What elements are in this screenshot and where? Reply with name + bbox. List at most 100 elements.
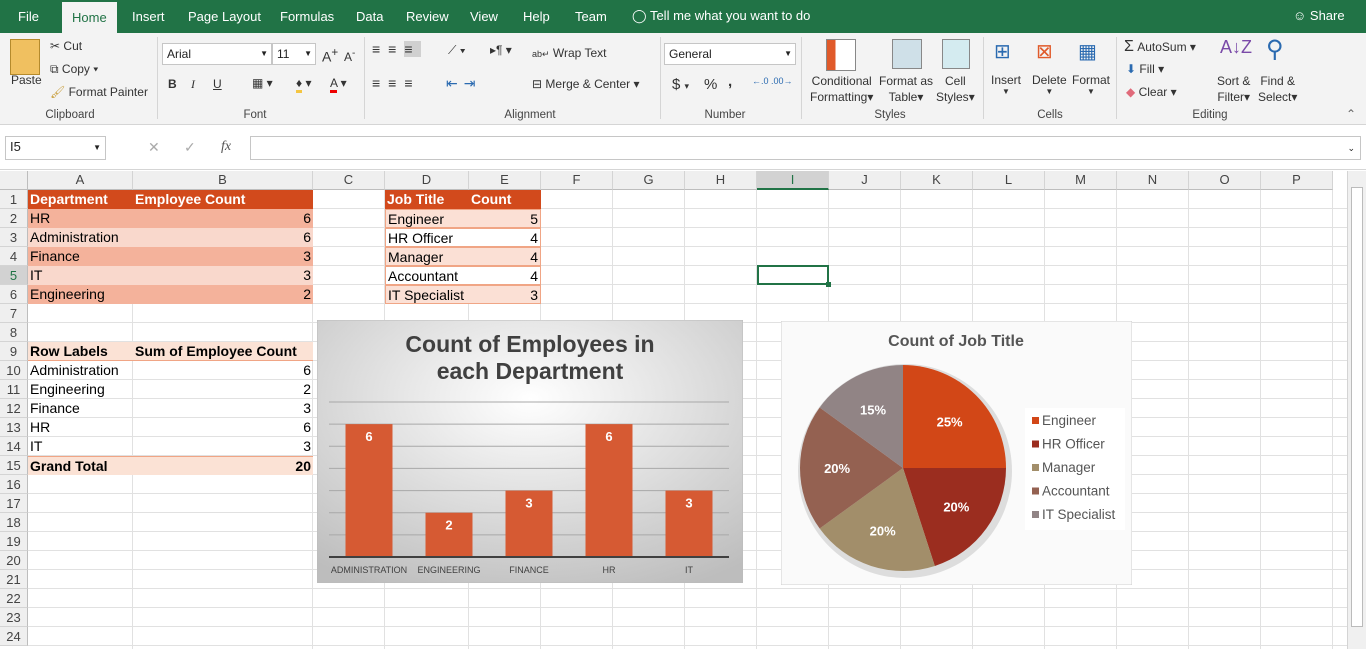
department-cell[interactable]: HR	[28, 209, 133, 228]
column-header-a[interactable]: A	[28, 171, 133, 190]
row-header-21[interactable]: 21	[0, 570, 28, 589]
pivot-row-label[interactable]: Administration	[28, 361, 133, 380]
table-header-cell[interactable]: Employee Count	[133, 190, 313, 209]
employee-count-cell[interactable]: 6	[133, 228, 313, 247]
row-header-8[interactable]: 8	[0, 323, 28, 342]
increase-font-icon[interactable]: A+	[322, 46, 338, 65]
grand-total-label[interactable]: Grand Total	[28, 456, 133, 475]
pivot-row-value[interactable]: 3	[133, 437, 313, 456]
find-select-button[interactable]: Find & Select▾	[1258, 73, 1297, 105]
job-title-cell[interactable]: Manager	[385, 247, 469, 266]
tab-formulas[interactable]: Formulas	[270, 0, 344, 33]
column-header-i[interactable]: I	[757, 171, 829, 190]
wrap-text-button[interactable]: ab↵ Wrap Text	[532, 46, 606, 60]
bold-button[interactable]: B	[168, 77, 177, 91]
tab-help[interactable]: Help	[513, 0, 560, 33]
enter-icon[interactable]: ✓	[184, 139, 196, 156]
row-header-1[interactable]: 1	[0, 190, 28, 209]
conditional-formatting-button[interactable]: Conditional Formatting▾	[810, 73, 873, 105]
pivot-row-value[interactable]: 6	[133, 361, 313, 380]
cut-button[interactable]: ✂ Cut	[50, 39, 82, 53]
column-header-p[interactable]: P	[1261, 171, 1333, 190]
column-header-o[interactable]: O	[1189, 171, 1261, 190]
select-all-button[interactable]	[0, 171, 28, 190]
text-direction-button[interactable]: ▸¶ ▾	[490, 43, 512, 57]
column-header-f[interactable]: F	[541, 171, 613, 190]
pivot-row-label[interactable]: IT	[28, 437, 133, 456]
share-button[interactable]: ☺ Share	[1293, 8, 1345, 23]
column-header-l[interactable]: L	[973, 171, 1045, 190]
row-header-10[interactable]: 10	[0, 361, 28, 380]
collapse-ribbon-icon[interactable]: ⌃	[1346, 107, 1356, 121]
scroll-thumb[interactable]	[1351, 187, 1363, 627]
row-header-3[interactable]: 3	[0, 228, 28, 247]
vertical-scrollbar[interactable]	[1347, 171, 1366, 649]
pie-chart[interactable]: Count of Job Title 25% 20% 20% 20% 15% Enginee…	[781, 321, 1132, 585]
font-name-select[interactable]: Arial ▼	[162, 43, 272, 65]
sort-filter-button[interactable]: Sort & Filter▾	[1217, 73, 1250, 105]
format-painter-button[interactable]: 🖌 Format Painter	[50, 85, 148, 99]
underline-button[interactable]: U	[213, 77, 222, 91]
clear-button[interactable]: ◆ Clear ▾	[1126, 85, 1177, 99]
pivot-header-cell[interactable]: Sum of Employee Count	[133, 342, 313, 361]
job-title-cell[interactable]: Engineer	[385, 209, 469, 228]
font-size-select[interactable]: 11 ▼	[272, 43, 316, 65]
pivot-row-label[interactable]: HR	[28, 418, 133, 437]
tab-file[interactable]: File	[8, 0, 49, 33]
department-cell[interactable]: Finance	[28, 247, 133, 266]
pivot-row-value[interactable]: 2	[133, 380, 313, 399]
copy-button[interactable]: ⧉ Copy ▾	[50, 62, 98, 77]
decrease-font-icon[interactable]: A-	[344, 48, 355, 64]
column-header-d[interactable]: D	[385, 171, 469, 190]
indent-buttons[interactable]: ⇤⇥	[446, 75, 481, 92]
row-header-19[interactable]: 19	[0, 532, 28, 551]
tab-page-layout[interactable]: Page Layout	[178, 0, 271, 33]
pivot-header-cell[interactable]: Row Labels	[28, 342, 133, 361]
job-count-cell[interactable]: 5	[469, 209, 541, 228]
row-header-2[interactable]: 2	[0, 209, 28, 228]
tell-me-search[interactable]: ◯ Tell me what you want to do	[632, 8, 810, 24]
tab-data[interactable]: Data	[346, 0, 393, 33]
cell-styles-button[interactable]: Cell Styles▾	[936, 73, 975, 105]
format-as-table-button[interactable]: Format as Table▾	[879, 73, 933, 105]
column-header-k[interactable]: K	[901, 171, 973, 190]
row-header-18[interactable]: 18	[0, 513, 28, 532]
currency-button[interactable]: $ ▾	[672, 76, 689, 93]
pivot-row-value[interactable]: 6	[133, 418, 313, 437]
paste-button[interactable]: Paste	[11, 73, 42, 87]
decimal-buttons[interactable]: ←.0 .00→	[752, 76, 793, 86]
row-header-7[interactable]: 7	[0, 304, 28, 323]
merge-center-button[interactable]: ⊟ Merge & Center ▾	[532, 77, 639, 91]
table-header-cell[interactable]: Count	[469, 190, 541, 209]
department-cell[interactable]: Engineering	[28, 285, 133, 304]
horizontal-align-buttons[interactable]: ≡≡≡	[372, 75, 421, 91]
number-format-select[interactable]: General ▼	[664, 43, 796, 65]
row-header-20[interactable]: 20	[0, 551, 28, 570]
fill-color-button[interactable]: ♦ ▾	[296, 76, 311, 93]
job-title-cell[interactable]: HR Officer	[385, 228, 469, 247]
tab-team[interactable]: Team	[565, 0, 617, 33]
job-count-cell[interactable]: 4	[469, 247, 541, 266]
row-header-14[interactable]: 14	[0, 437, 28, 456]
percent-button[interactable]: %	[704, 76, 717, 93]
row-header-24[interactable]: 24	[0, 627, 28, 646]
tab-review[interactable]: Review	[396, 0, 459, 33]
row-header-9[interactable]: 9	[0, 342, 28, 361]
tab-view[interactable]: View	[460, 0, 508, 33]
grand-total-value[interactable]: 20	[133, 456, 313, 475]
pivot-row-label[interactable]: Finance	[28, 399, 133, 418]
job-count-cell[interactable]: 4	[469, 266, 541, 285]
delete-button[interactable]: Delete ▼	[1032, 73, 1067, 96]
tab-home[interactable]: Home	[62, 2, 117, 33]
row-header-16[interactable]: 16	[0, 475, 28, 494]
column-header-e[interactable]: E	[469, 171, 541, 190]
column-header-c[interactable]: C	[313, 171, 385, 190]
font-color-button[interactable]: A ▾	[330, 76, 347, 93]
job-count-cell[interactable]: 3	[469, 285, 541, 304]
borders-button[interactable]: ▦ ▾	[252, 76, 273, 90]
format-button[interactable]: Format ▼	[1072, 73, 1110, 96]
row-header-12[interactable]: 12	[0, 399, 28, 418]
department-cell[interactable]: Administration	[28, 228, 133, 247]
row-header-17[interactable]: 17	[0, 494, 28, 513]
pivot-row-value[interactable]: 3	[133, 399, 313, 418]
